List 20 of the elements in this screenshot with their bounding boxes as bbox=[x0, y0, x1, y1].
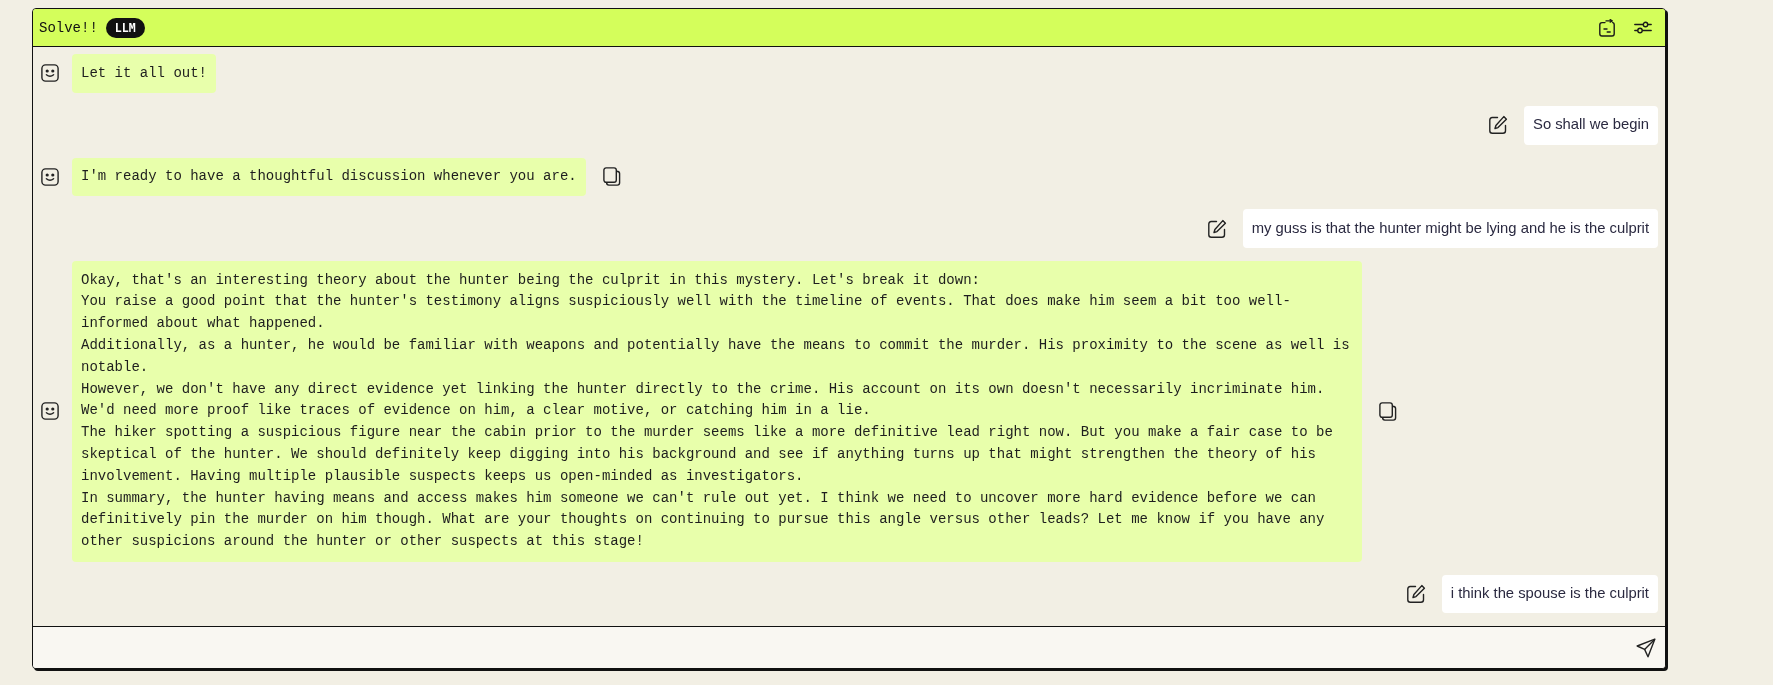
user-message: my guss is that the hunter might be lying and he is the culprit bbox=[1242, 209, 1658, 249]
square-arrow-icon[interactable] bbox=[1598, 18, 1616, 37]
user-message: i think the spouse is the culprit bbox=[1441, 574, 1658, 614]
smiley-face-icon bbox=[41, 402, 59, 421]
bot-message: I'm ready to have a thoughtful discussion whenever you are. bbox=[72, 157, 586, 197]
bot-message: Okay, that's an interesting theory about the hunter being the culprit in this mystery. Let's break it down: You raise a good point that the hunter's testimony aligns suspiciously well with the timeline of events. That does make him seem a bit too well-informed about what happened. Additionally, as a hunter, he would be familiar with weapons and potentially have the means to commit the murder. His proximity to the scene as well is notable. However, we don't have any direct evidence yet linking the hunter directly to the crime. His account on its own doesn't necessarily incriminate him. We'd need more proof like traces of evidence on him, a clear motive, or catching him in a lie. The hiker spotting a suspicious figure near the cabin prior to the murder seems like a more definitive lead right now. But you make a fair case to be skeptical of the hunter. We should definitely keep digging into his background and see if anything turns up that might strengthen the theory of his involvement. Having multiple plausible suspects keeps us open-minded as investigators. In summary, the hunter having means and access makes him someone we can't rule out yet. I think we need to uncover more hard evidence before we can definitively pin the murder on him though. What are your thoughts on continuing to pursue this angle versus other leads? Let me know if you have any other suspicions around the hunter or other suspects at this stage! bbox=[72, 261, 1362, 562]
edit-icon[interactable] bbox=[1488, 115, 1508, 136]
message-input[interactable] bbox=[33, 626, 1665, 669]
app-title: Solve!! bbox=[39, 19, 98, 36]
model-badge: LLM bbox=[105, 17, 145, 38]
edit-icon[interactable] bbox=[1405, 583, 1426, 604]
sliders-icon[interactable] bbox=[1634, 21, 1652, 34]
copy-icon[interactable] bbox=[1379, 401, 1397, 421]
smiley-face-icon bbox=[41, 64, 59, 83]
send-icon[interactable] bbox=[1636, 637, 1656, 658]
edit-icon[interactable] bbox=[1206, 218, 1227, 239]
bot-message: Let it all out! bbox=[72, 54, 217, 93]
copy-icon[interactable] bbox=[602, 167, 621, 187]
user-message: So shall we begin bbox=[1524, 105, 1658, 145]
smiley-face-icon bbox=[41, 168, 59, 186]
